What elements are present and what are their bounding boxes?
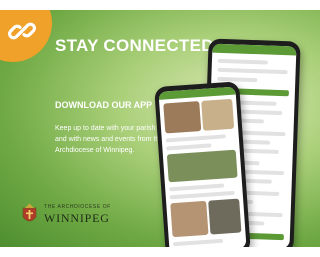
org-label-top: THE ARCHDIOCESE OF bbox=[44, 204, 111, 210]
org-name: WINNIPEG bbox=[44, 211, 110, 225]
crest-icon bbox=[22, 203, 37, 222]
link-icon bbox=[8, 22, 36, 40]
app-screen-front bbox=[158, 86, 247, 247]
download-subhead: DOWNLOAD OUR APP bbox=[55, 100, 153, 110]
phone-mockup-front bbox=[154, 81, 251, 247]
description-text: Keep up to date with your parish and wit… bbox=[55, 125, 164, 154]
promo-banner: STAY CONNECTED DOWNLOAD OUR APP Keep up … bbox=[0, 10, 320, 247]
headline: STAY CONNECTED bbox=[55, 36, 214, 55]
